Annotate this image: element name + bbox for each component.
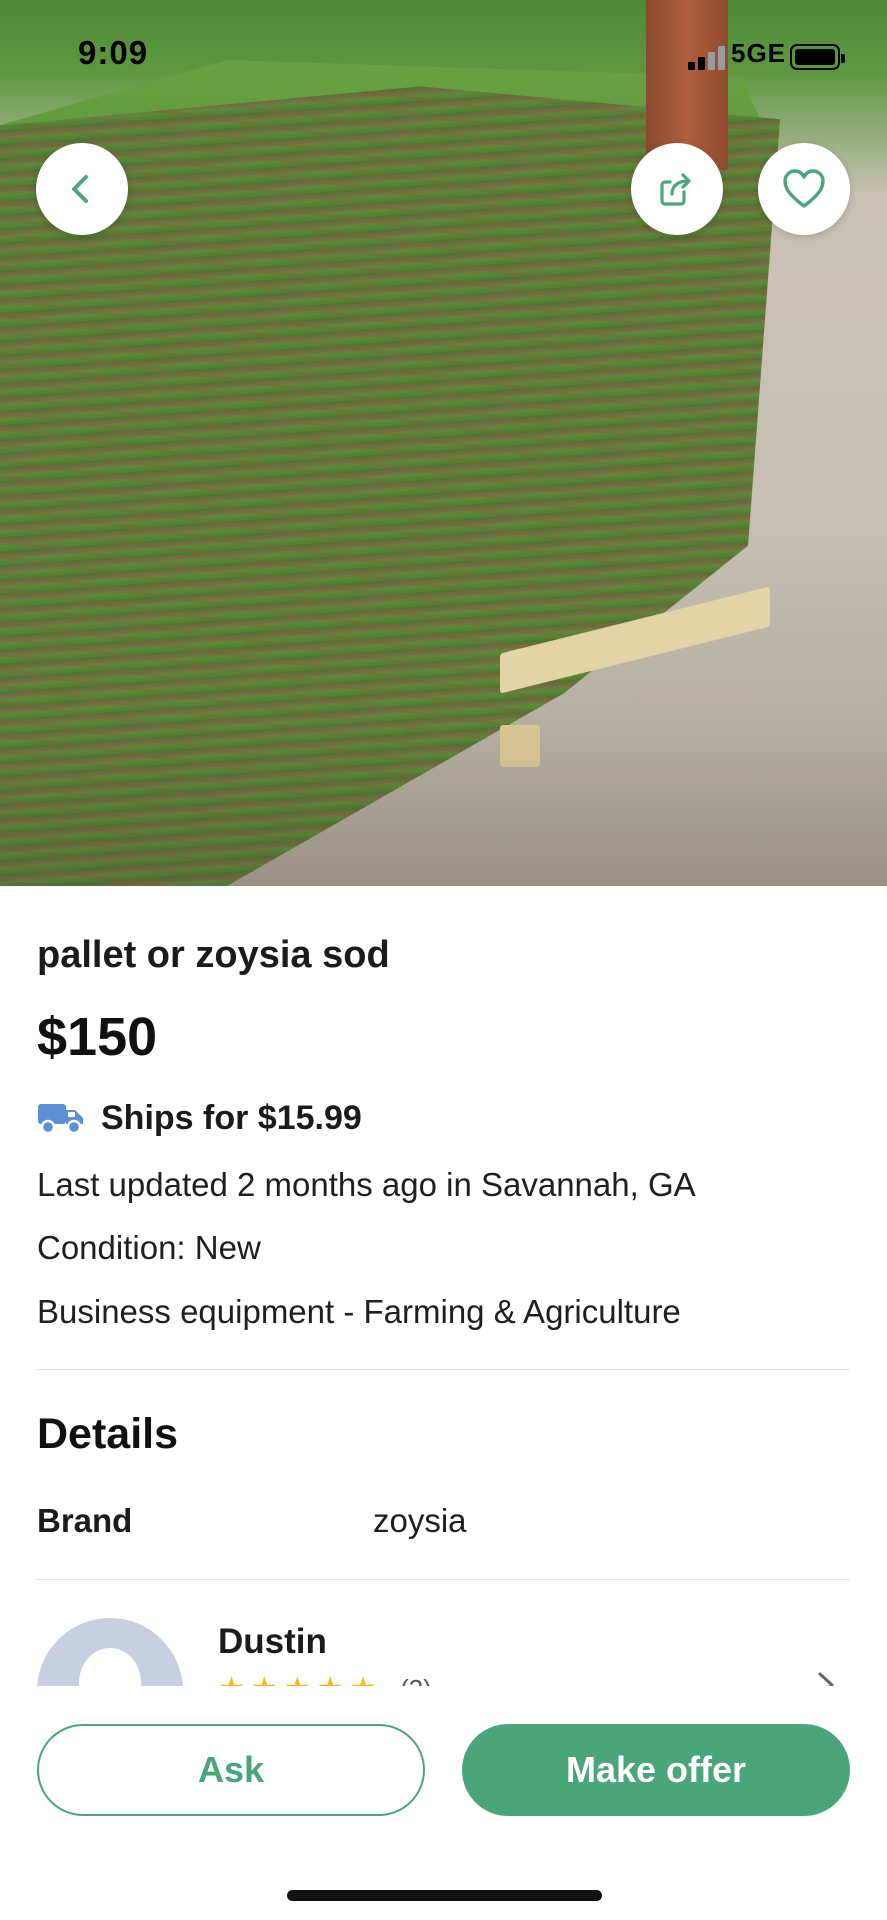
ask-button[interactable]: Ask xyxy=(37,1724,425,1816)
category[interactable]: Business equipment - Farming & Agricultu… xyxy=(37,1293,681,1331)
avatar[interactable] xyxy=(37,1618,183,1686)
listing-photo[interactable] xyxy=(0,0,887,886)
divider xyxy=(37,1369,850,1370)
star-icon: ★ xyxy=(251,1674,278,1687)
shipping-label: Ships for $15.99 xyxy=(101,1098,362,1137)
action-bar: Ask Make offer xyxy=(0,1686,887,1920)
status-bar: 9:09 5GE xyxy=(0,0,887,110)
back-button[interactable] xyxy=(36,143,128,235)
favorite-button[interactable] xyxy=(758,143,850,235)
share-button[interactable] xyxy=(631,143,723,235)
divider xyxy=(37,1579,850,1580)
status-time: 9:09 xyxy=(78,34,149,71)
details-heading: Details xyxy=(37,1410,179,1458)
chevron-left-icon xyxy=(72,175,88,203)
star-icon: ★ xyxy=(218,1674,245,1687)
home-indicator[interactable] xyxy=(287,1890,602,1901)
truck-icon xyxy=(38,1104,83,1135)
detail-value-brand: zoysia xyxy=(373,1502,467,1539)
listing-title: pallet or zoysia sod xyxy=(37,934,390,976)
share-icon xyxy=(660,173,691,206)
chevron-right-icon xyxy=(818,1672,834,1686)
condition: Condition: New xyxy=(37,1229,261,1266)
listing-price: $150 xyxy=(37,1007,158,1067)
review-count: (2) xyxy=(400,1674,432,1686)
shipping-row: Ships for $15.99 xyxy=(37,1092,362,1144)
network-label: 5GE xyxy=(731,38,787,68)
seller-row[interactable]: Dustin ★ ★ ★ ★ ★ (2) xyxy=(0,1590,887,1686)
seller-name: Dustin xyxy=(218,1622,327,1661)
battery-icon xyxy=(790,44,845,70)
make-offer-button[interactable]: Make offer xyxy=(462,1724,850,1816)
rating-stars: ★ ★ ★ ★ ★ xyxy=(218,1674,377,1687)
star-icon: ★ xyxy=(284,1674,311,1687)
heart-icon xyxy=(783,169,825,208)
star-icon: ★ xyxy=(317,1674,344,1687)
star-icon: ★ xyxy=(350,1674,377,1687)
detail-label-brand: Brand xyxy=(37,1502,133,1539)
last-updated: Last updated 2 months ago in Savannah, G… xyxy=(37,1166,696,1203)
photo-ground xyxy=(0,716,887,886)
signal-icon xyxy=(688,46,726,70)
